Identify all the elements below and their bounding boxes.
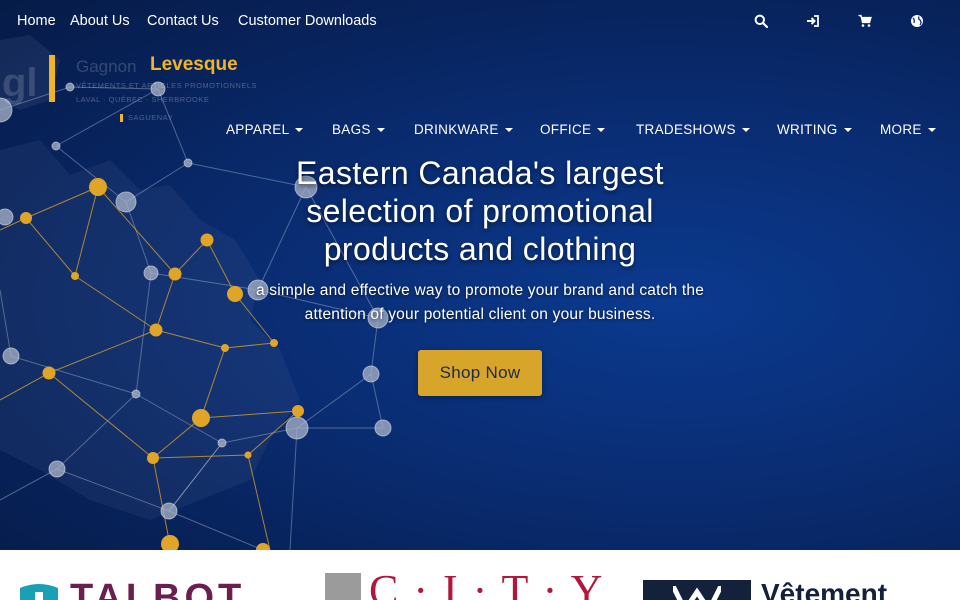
topnav-about-link[interactable]: About Us	[70, 13, 130, 29]
city-mark-icon	[325, 573, 361, 600]
caret-down-icon	[927, 128, 936, 133]
nav-item-apparel[interactable]: APPAREL	[226, 122, 304, 137]
logo-tagline-3: SAGUENAY	[128, 113, 174, 122]
nav-item-writing[interactable]: WRITING	[777, 122, 852, 137]
caret-down-icon	[295, 128, 304, 133]
city-wordmark: C · I · T · Y	[369, 573, 605, 600]
hero-subtitle-line-2: attention of your potential client on yo…	[304, 306, 656, 323]
hero-headline: Eastern Canada's largest selection of pr…	[220, 154, 740, 268]
vetement-mark-icon	[643, 580, 751, 600]
hero-subtitle-line-1: a simple and effective way to promote yo…	[255, 282, 705, 299]
nav-label: MORE	[880, 122, 922, 137]
topnav-downloads-link[interactable]: Customer Downloads	[238, 13, 377, 29]
talbot-wordmark: TALBOT	[70, 577, 246, 600]
top-bar: Home About Us Contact Us Customer Downlo…	[0, 0, 960, 44]
topnav-contact-link[interactable]: Contact Us	[147, 13, 219, 29]
sign-in-icon[interactable]	[806, 14, 820, 28]
partner-logo-city[interactable]: C · I · T · Y	[325, 573, 625, 600]
partner-logo-talbot[interactable]: TALBOT	[18, 572, 300, 600]
talbot-mark-icon	[20, 584, 58, 600]
caret-down-icon	[376, 128, 385, 133]
topnav-home-link[interactable]: Home	[17, 13, 56, 29]
nav-item-more[interactable]: MORE	[880, 122, 936, 137]
nav-label: APPAREL	[226, 122, 290, 137]
hero-headline-line-1: Eastern Canada's largest	[296, 155, 664, 191]
nav-item-tradeshows[interactable]: TRADESHOWS	[636, 122, 750, 137]
caret-down-icon	[504, 128, 513, 133]
nav-item-bags[interactable]: BAGS	[332, 122, 385, 137]
shop-now-button[interactable]: Shop Now	[418, 350, 542, 396]
partner-logos-strip: TALBOT C · I · T · Y Vêtement	[0, 550, 960, 600]
nav-label: DRINKWARE	[414, 122, 499, 137]
hero-headline-line-3: products and clothing	[323, 231, 637, 267]
logo-tagline-2: LAVAL · QUÉBEC · SHERBROOKE	[76, 95, 210, 104]
search-icon[interactable]	[754, 14, 768, 28]
caret-down-icon	[843, 128, 852, 133]
partner-logo-vetement[interactable]: Vêtement	[643, 580, 943, 600]
hero-banner: Home About Us Contact Us Customer Downlo…	[0, 0, 960, 550]
hero-subtitle: a simple and effective way to promote yo…	[200, 279, 760, 327]
nav-item-office[interactable]: OFFICE	[540, 122, 606, 137]
globe-icon[interactable]	[910, 14, 924, 28]
main-nav: APPAREL BAGS DRINKWARE OFFICE TRADESHOWS…	[0, 122, 960, 142]
hero-headline-line-2: selection of promotional	[306, 193, 654, 229]
logo-wordmark: Levesque	[150, 54, 238, 75]
w-mark-icon	[673, 586, 721, 600]
nav-item-drinkware[interactable]: DRINKWARE	[414, 122, 513, 137]
nav-label: TRADESHOWS	[636, 122, 736, 137]
logo-faint-word: Gagnon	[76, 57, 137, 76]
svg-text:gl: gl	[2, 61, 38, 105]
cart-icon[interactable]	[858, 14, 872, 28]
nav-label: OFFICE	[540, 122, 592, 137]
caret-down-icon	[741, 128, 750, 133]
logo-tagline-1: VÊTEMENTS ET ARTICLES PROMOTIONNELS	[76, 81, 258, 90]
logo-mark-icon: gl	[2, 55, 55, 105]
nav-label: BAGS	[332, 122, 371, 137]
vetement-wordmark: Vêtement	[761, 580, 888, 600]
caret-down-icon	[597, 128, 606, 133]
nav-label: WRITING	[777, 122, 838, 137]
